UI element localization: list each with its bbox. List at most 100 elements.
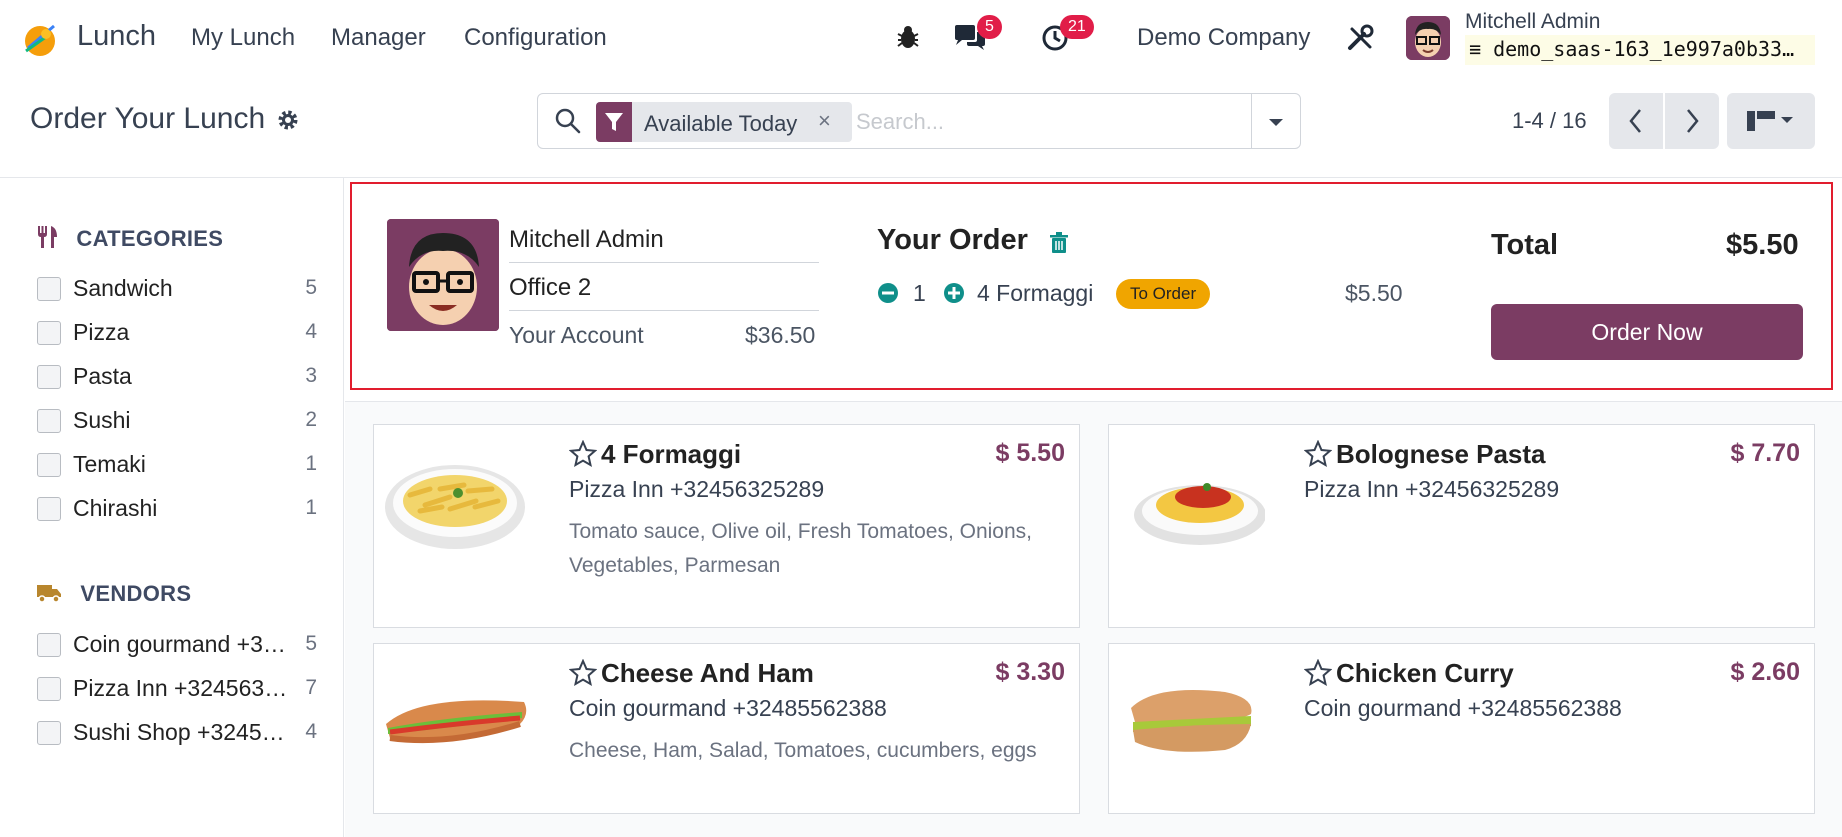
chevron-down-icon[interactable]	[1266, 112, 1286, 137]
category-checkbox[interactable]	[37, 365, 61, 389]
category-count: 2	[305, 408, 317, 431]
product-image	[1115, 445, 1266, 557]
view-switcher-button[interactable]	[1727, 93, 1815, 149]
category-label: Pasta	[73, 363, 132, 389]
category-item[interactable]: Chirashi 1	[37, 493, 317, 527]
category-item[interactable]: Sandwich 5	[37, 273, 317, 307]
filter-facet: Available Today ×	[596, 102, 852, 142]
category-item[interactable]: Temaki 1	[37, 449, 317, 483]
divider	[1251, 94, 1252, 148]
menu-configuration[interactable]: Configuration	[464, 24, 607, 52]
star-icon[interactable]	[1303, 658, 1333, 692]
top-navbar: Lunch My Lunch Manager Configuration 5 2…	[0, 0, 1842, 76]
search-panel: CATEGORIES Sandwich 5 Pizza 4 Pasta 3 Su…	[0, 178, 344, 837]
kanban-view-icon	[1747, 111, 1793, 131]
facet-label: Available Today	[644, 111, 798, 136]
vendor-item[interactable]: Sushi Shop +32456325111 4	[37, 717, 317, 751]
settings-tools-icon[interactable]	[1346, 24, 1374, 57]
star-icon[interactable]	[568, 439, 598, 473]
pager-next-button[interactable]	[1665, 93, 1719, 149]
product-name: Cheese And Ham	[601, 658, 814, 688]
product-image	[380, 658, 530, 770]
category-checkbox[interactable]	[37, 409, 61, 433]
vendor-label: Coin gourmand +32485562388	[73, 631, 289, 657]
star-icon[interactable]	[568, 658, 598, 692]
search-icon[interactable]	[554, 107, 582, 140]
main-content: Mitchell Admin Office 2 Your Account $36…	[345, 178, 1842, 837]
decrease-quantity-icon[interactable]	[877, 282, 899, 309]
vendor-label: Pizza Inn +32456325289	[73, 675, 289, 701]
remove-facet-icon[interactable]: ×	[818, 108, 831, 134]
category-checkbox[interactable]	[37, 497, 61, 521]
categories-header: CATEGORIES	[36, 224, 223, 252]
product-card[interactable]: 4 Formaggi $ 5.50 Pizza Inn +32456325289…	[373, 424, 1080, 628]
status-badge: To Order	[1116, 279, 1211, 309]
vendor-label: Sushi Shop +32456325111	[73, 719, 289, 745]
total-label: Total	[1491, 229, 1559, 261]
debug-bug-icon[interactable]	[896, 24, 920, 55]
vendor-count: 4	[305, 720, 317, 743]
account-balance: $36.50	[745, 322, 816, 348]
total-value: $5.50	[1726, 229, 1799, 261]
product-vendor: Coin gourmand +32485562388	[1304, 695, 1622, 721]
database-label: demo_saas-163_1e997a0b33…	[1493, 37, 1795, 61]
category-checkbox[interactable]	[37, 277, 61, 301]
order-line-quantity: 1	[913, 280, 926, 306]
order-panel: Mitchell Admin Office 2 Your Account $36…	[345, 178, 1842, 402]
category-count: 4	[305, 320, 317, 343]
category-label: Sushi	[73, 407, 131, 433]
product-name: 4 Formaggi	[601, 439, 742, 469]
product-vendor: Pizza Inn +32456325289	[1304, 476, 1560, 502]
search-input[interactable]	[856, 102, 1256, 142]
category-checkbox[interactable]	[37, 453, 61, 477]
increase-quantity-icon[interactable]	[943, 282, 965, 309]
category-item[interactable]: Pizza 4	[37, 317, 317, 351]
category-count: 3	[305, 364, 317, 387]
product-card[interactable]: Chicken Curry $ 2.60 Coin gourmand +3248…	[1108, 643, 1815, 814]
menu-manager[interactable]: Manager	[331, 24, 426, 52]
category-label: Temaki	[73, 451, 146, 477]
pager-value[interactable]: 1-4 / 16	[1512, 108, 1587, 134]
vendor-checkbox[interactable]	[37, 721, 61, 745]
app-name[interactable]: Lunch	[77, 20, 156, 53]
category-label: Sandwich	[73, 275, 173, 301]
database-name: ≡ demo_saas-163_1e997a0b33…	[1465, 35, 1815, 65]
category-count: 5	[305, 276, 317, 299]
vendors-header: VENDORS	[36, 581, 191, 607]
lunch-app-icon[interactable]	[20, 20, 60, 60]
product-price: $ 7.70	[1730, 439, 1800, 467]
menu-my-lunch[interactable]: My Lunch	[191, 24, 295, 52]
vendor-count: 5	[305, 632, 317, 655]
category-count: 1	[305, 452, 317, 475]
order-line-price: $5.50	[1345, 280, 1403, 306]
product-image	[380, 445, 530, 557]
product-price: $ 2.60	[1730, 658, 1800, 686]
category-item[interactable]: Sushi 2	[37, 405, 317, 439]
trash-icon[interactable]	[1049, 232, 1069, 259]
product-name: Bolognese Pasta	[1336, 439, 1546, 469]
vendor-item[interactable]: Pizza Inn +32456325289 7	[37, 673, 317, 707]
order-now-button[interactable]: Order Now	[1491, 304, 1803, 360]
product-price: $ 5.50	[995, 439, 1065, 467]
company-switcher[interactable]: Demo Company	[1137, 24, 1310, 52]
truck-icon	[37, 585, 61, 603]
product-card[interactable]: Bolognese Pasta $ 7.70 Pizza Inn +324563…	[1108, 424, 1815, 628]
order-line-product[interactable]: 4 Formaggi	[977, 280, 1093, 307]
vendor-checkbox[interactable]	[37, 633, 61, 657]
pager-previous-button[interactable]	[1609, 93, 1663, 149]
vendor-checkbox[interactable]	[37, 677, 61, 701]
chevron-left-icon	[1629, 109, 1641, 133]
chevron-right-icon	[1687, 109, 1699, 133]
gear-icon[interactable]	[276, 108, 300, 137]
category-item[interactable]: Pasta 3	[37, 361, 317, 395]
star-icon[interactable]	[1303, 439, 1333, 473]
user-avatar	[387, 219, 499, 331]
order-location[interactable]: Office 2	[509, 274, 819, 311]
vendor-item[interactable]: Coin gourmand +32485562388 5	[37, 629, 317, 663]
product-card[interactable]: Cheese And Ham $ 3.30 Coin gourmand +324…	[373, 643, 1080, 814]
user-name[interactable]: Mitchell Admin	[1465, 10, 1600, 34]
order-user-name[interactable]: Mitchell Admin	[509, 226, 819, 263]
user-avatar[interactable]	[1406, 16, 1450, 60]
category-count: 1	[305, 496, 317, 519]
category-checkbox[interactable]	[37, 321, 61, 345]
